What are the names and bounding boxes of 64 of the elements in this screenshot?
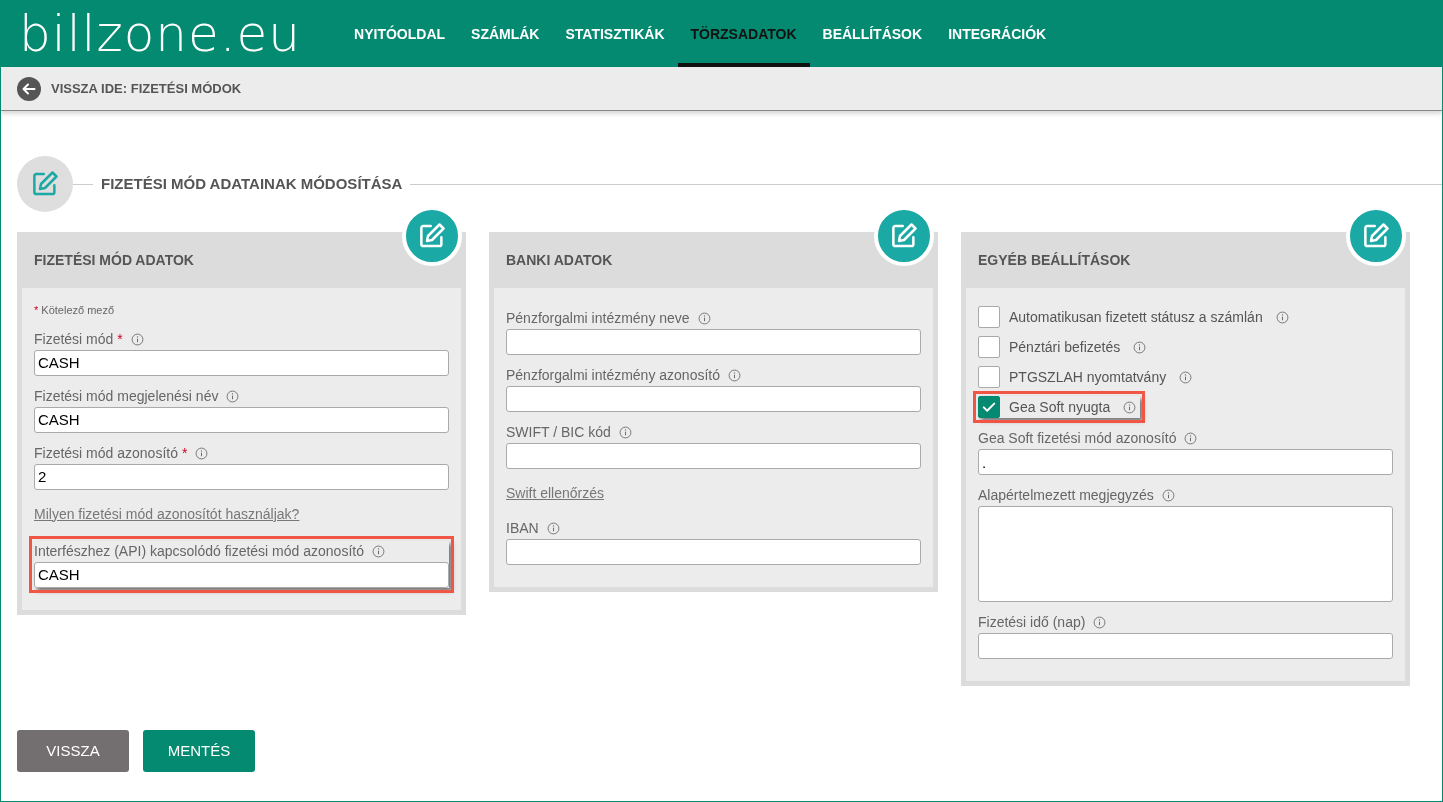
back-icon — [17, 76, 41, 101]
info-icon — [1179, 370, 1193, 384]
help-link[interactable]: Swift ellenőrzés — [506, 483, 605, 504]
required-mark: * — [181, 443, 188, 463]
info-icon — [728, 369, 741, 382]
field-label: Alapértelmezett megjegyzés — [978, 486, 1154, 505]
help-link[interactable]: Milyen fizetési mód azonosítót használjak? — [34, 503, 300, 525]
checkbox-label: Pénztári befizetés — [1009, 337, 1121, 357]
checkbox-label: PTGSZLAH nyomtatvány — [1009, 367, 1167, 387]
panel-title: BANKI ADATOK — [506, 250, 613, 270]
info-icon — [371, 544, 385, 558]
field-label: IBAN — [506, 519, 539, 538]
logo: billzone.eu — [19, 4, 302, 65]
field-label: Fizetési mód — [34, 329, 114, 349]
checkbox[interactable] — [978, 366, 1000, 388]
back-button[interactable]: VISSZA — [17, 730, 129, 772]
nav-tab[interactable]: NYITÓOLDAL — [341, 1, 459, 67]
info-icon — [1275, 310, 1289, 324]
input-field[interactable] — [506, 329, 921, 355]
field-label: SWIFT / BIC kód — [506, 423, 611, 442]
field-label: Gea Soft fizetési mód azonosító — [978, 429, 1177, 448]
text-area[interactable] — [978, 506, 1393, 602]
input-field[interactable]: . — [978, 449, 1393, 475]
info-icon — [697, 312, 711, 325]
input-field[interactable]: 2 — [34, 463, 449, 490]
nav-tab[interactable]: INTEGRÁCIÓK — [935, 1, 1060, 67]
input-field[interactable] — [506, 443, 921, 469]
field-label: Fizetési idő (nap) — [978, 613, 1086, 632]
info-icon — [1093, 616, 1107, 629]
checkbox-label: Gea Soft nyugta — [1009, 397, 1111, 417]
panel-title: FIZETÉSI MÓD ADATOK — [34, 250, 194, 270]
info-icon — [546, 522, 560, 535]
info-icon — [195, 446, 209, 460]
nav-tab[interactable]: BEÁLLÍTÁSOK — [809, 1, 936, 67]
field-label: Interfészhez (API) kapcsolódó fizetési mód azonosító — [34, 541, 364, 561]
field-label: Pénzforgalmi intézmény neve — [506, 309, 690, 328]
field-label: Fizetési mód megjelenési név — [34, 386, 219, 406]
nav-tab[interactable]: STATISZTIKÁK — [552, 1, 678, 67]
breadcrumb-link[interactable]: VISSZA IDE: FIZETÉSI MÓDOK — [51, 78, 242, 99]
field-label: Pénzforgalmi intézmény azonosító — [506, 366, 720, 385]
required-note: * Kötelező mező — [34, 303, 116, 318]
checkbox-label: Automatikusan fizetett státusz a számlán — [1009, 307, 1263, 327]
checkbox[interactable] — [978, 306, 1000, 328]
info-icon — [1123, 400, 1137, 414]
section-title: FIZETÉSI MÓD ADATAINAK MÓDOSÍTÁSA — [100, 173, 404, 194]
required-mark: * — [117, 329, 123, 349]
info-icon — [1184, 432, 1198, 445]
input-field[interactable]: CASH — [34, 561, 449, 588]
nav-tab[interactable]: SZÁMLÁK — [458, 1, 553, 67]
info-icon — [1133, 340, 1147, 354]
save-button[interactable]: MENTÉS — [143, 730, 255, 772]
input-field[interactable] — [978, 633, 1393, 659]
info-icon — [618, 426, 632, 439]
input-field[interactable]: CASH — [34, 406, 449, 433]
input-field[interactable] — [506, 539, 921, 565]
input-field[interactable]: CASH — [34, 349, 449, 376]
input-field[interactable] — [506, 386, 921, 412]
checkbox[interactable] — [978, 336, 1000, 358]
info-icon — [130, 332, 144, 346]
info-icon — [226, 389, 240, 403]
info-icon — [1161, 489, 1175, 502]
panel-title: EGYÉB BEÁLLÍTÁSOK — [978, 250, 1131, 270]
checkbox[interactable] — [978, 396, 1000, 418]
field-label: Fizetési mód azonosító — [34, 443, 178, 463]
